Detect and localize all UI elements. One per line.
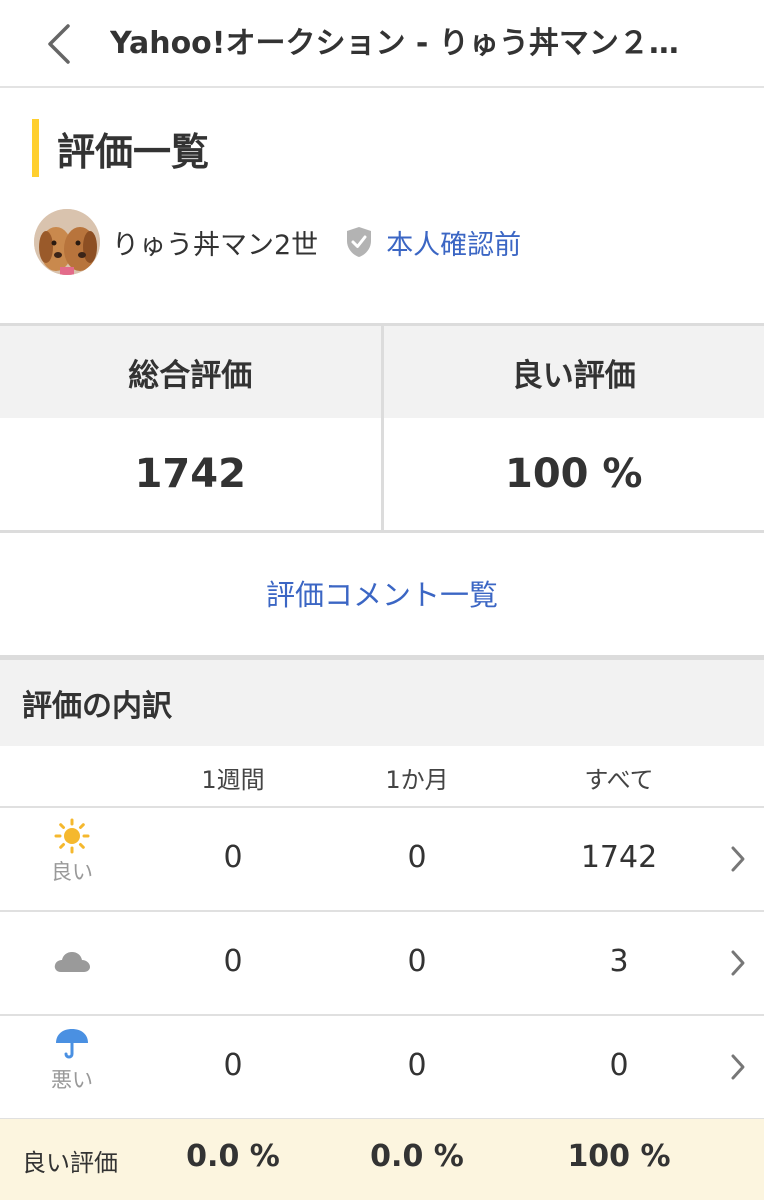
identity-verification-link[interactable]: 本人確認前 [386, 223, 521, 262]
cloud-icon [54, 952, 90, 972]
sun-icon [54, 818, 90, 854]
umbrella-icon [56, 1029, 88, 1059]
user-name[interactable]: りゅう丼マン2世 [112, 223, 318, 262]
rating-type-neutral [30, 948, 114, 974]
rating-summary: 総合評価 1742 良い評価 100 % [0, 323, 764, 533]
rating-row-bad[interactable]: 悪い 0 0 0 [0, 1016, 764, 1120]
rating-type-label: 良い [51, 860, 93, 884]
rating-type-good: 良い [30, 818, 114, 886]
page-title-block: 評価一覧 [32, 118, 209, 178]
good-rating-percentage-label: 良い評価 [22, 1149, 118, 1177]
title-accent-bar [32, 119, 39, 177]
good-week-count: 0 [223, 840, 243, 875]
good-month-percentage: 0.0 % [370, 1139, 464, 1174]
page-title: 評価一覧 [57, 129, 210, 174]
good-rating-label: 良い評価 [383, 326, 764, 418]
rating-comments-link[interactable]: 評価コメント一覧 [0, 560, 764, 630]
bad-month-count: 0 [407, 1048, 427, 1083]
breakdown-heading: 評価の内訳 [0, 660, 764, 746]
total-rating-column: 総合評価 1742 [0, 326, 381, 530]
column-header-month: 1か月 [385, 766, 449, 794]
column-header-week: 1週間 [201, 766, 265, 794]
good-rating-percentage-row: 良い評価 0.0 % 0.0 % 100 % [0, 1119, 764, 1200]
chevron-right-icon [731, 950, 745, 976]
breakdown-column-headers: 1週間 1か月 すべて [0, 746, 764, 808]
good-all-percentage: 100 % [567, 1139, 671, 1174]
shield-check-icon [347, 227, 372, 257]
good-week-percentage: 0.0 % [186, 1139, 280, 1174]
neutral-month-count: 0 [407, 944, 427, 979]
bad-week-count: 0 [223, 1048, 243, 1083]
rating-type-bad: 悪い [30, 1026, 114, 1094]
header-title: Yahoo!オークション - りゅう丼マン２… [110, 26, 679, 61]
total-rating-label: 総合評価 [0, 326, 381, 418]
bad-all-count: 0 [609, 1048, 629, 1083]
chevron-right-icon [731, 846, 745, 872]
column-header-all: すべて [584, 766, 654, 794]
good-all-count: 1742 [580, 840, 658, 875]
neutral-week-count: 0 [223, 944, 243, 979]
neutral-all-count: 3 [609, 944, 629, 979]
user-info: りゅう丼マン2世 本人確認前 [34, 208, 521, 276]
rating-type-label: 悪い [51, 1068, 93, 1092]
avatar[interactable] [34, 209, 100, 275]
good-rating-column: 良い評価 100 % [380, 326, 764, 530]
chevron-left-icon [48, 24, 70, 64]
top-bar: Yahoo!オークション - りゅう丼マン２… [0, 0, 764, 88]
rating-row-good[interactable]: 良い 0 0 1742 [0, 808, 764, 912]
chevron-right-icon [731, 1054, 745, 1080]
good-month-count: 0 [407, 840, 427, 875]
rating-row-neutral[interactable]: 0 0 3 [0, 912, 764, 1016]
good-rating-value: 100 % [505, 451, 643, 497]
back-button[interactable] [30, 16, 86, 72]
total-rating-value: 1742 [134, 451, 246, 497]
avatar-image [34, 209, 100, 275]
